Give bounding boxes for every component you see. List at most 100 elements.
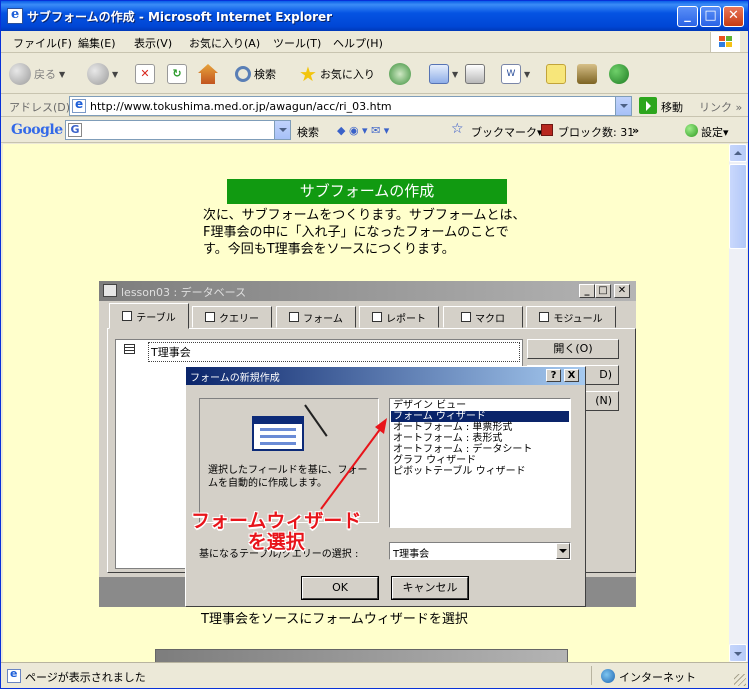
settings-button[interactable]: 設定▾	[701, 124, 729, 140]
google-extras-icons[interactable]: ◆ ◉ ▾ ✉ ▾	[337, 124, 389, 137]
status-bar: ページが表示されました インターネット	[1, 662, 748, 688]
cancel-button: キャンセル	[392, 577, 468, 599]
page-icon	[72, 97, 86, 113]
menu-edit[interactable]: 編集(E)	[78, 35, 116, 51]
google-g-icon: G	[68, 123, 82, 137]
google-search-button[interactable]: 検索	[297, 124, 319, 140]
db-icon	[103, 284, 117, 297]
more-button[interactable]: »	[632, 124, 639, 137]
chevron-down-icon	[556, 543, 570, 559]
printer-icon	[465, 64, 485, 84]
back-arrow-icon	[9, 63, 31, 85]
forward-arrow-icon	[87, 63, 109, 85]
query-icon	[205, 312, 215, 322]
close-button[interactable]: ✕	[723, 6, 744, 27]
favorites-button[interactable]: ★ お気に入り	[299, 61, 375, 87]
bookmarks-button[interactable]: ブックマーク▾	[471, 124, 543, 140]
history-button[interactable]	[389, 61, 411, 87]
menu-help[interactable]: ヘルプ(H)	[333, 35, 383, 51]
address-label: アドレス(D)	[9, 101, 71, 114]
tab-report: レポート	[359, 306, 439, 328]
wizard-list: デザイン ビュー フォーム ウィザード オートフォーム : 単票形式 オートフォ…	[389, 398, 571, 528]
standard-toolbar: 戻る ▼ ▼ ✕ ↻ 検索 ★ お気に入り ▼ W ▼	[1, 54, 748, 94]
help-icon: ?	[546, 369, 561, 382]
address-url: http://www.tokushima.med.or.jp/awagun/ac…	[90, 100, 392, 113]
title-bar[interactable]: サブフォームの作成 - Microsoft Internet Explorer …	[1, 1, 748, 31]
print-button[interactable]	[465, 61, 485, 87]
stop-icon: ✕	[135, 64, 155, 84]
next-screenshot-preview	[155, 649, 568, 662]
word-icon: W	[501, 64, 521, 84]
maximize-button[interactable]: □	[700, 6, 721, 27]
address-dropdown-button[interactable]	[615, 97, 631, 115]
db-window-titlebar: lesson03 : データベース _ □ ✕	[99, 281, 636, 301]
go-arrow-icon[interactable]	[639, 97, 657, 114]
mail-button[interactable]: ▼	[429, 61, 458, 87]
wizard-item: グラフ ウィザード	[393, 455, 477, 466]
dialog-close-icon: X	[564, 369, 579, 382]
history-icon	[389, 63, 411, 85]
google-search-input[interactable]: G	[65, 120, 291, 140]
menu-view[interactable]: 表示(V)	[134, 35, 172, 51]
internet-zone-icon	[601, 669, 615, 683]
go-button[interactable]: 移動	[661, 99, 683, 115]
windows-logo-icon	[710, 32, 740, 52]
form-wizard-icon	[252, 416, 304, 451]
status-text: ページが表示されました	[25, 671, 146, 684]
wizard-item: ピボットテーブル ウィザード	[393, 466, 526, 477]
bookmark-star-icon: ☆	[451, 121, 464, 137]
note-icon	[546, 64, 566, 84]
module-icon	[539, 312, 550, 322]
google-logo[interactable]: Google	[11, 122, 63, 138]
figure-caption: T理事会をソースにフォームウィザードを選択	[201, 612, 468, 627]
dialog-titlebar: フォームの新規作成 ? X	[186, 367, 585, 385]
search-icon	[235, 66, 251, 82]
menu-tools[interactable]: ツール(T)	[273, 35, 321, 51]
tab-table: テーブル	[109, 303, 189, 329]
db-window-title: lesson03 : データベース	[121, 286, 247, 299]
menu-file[interactable]: ファイル(F)	[13, 35, 72, 51]
wizard-item: オートフォーム : データシート	[393, 444, 533, 455]
report-icon	[372, 312, 382, 322]
tab-macro: マクロ	[443, 306, 523, 328]
macro-icon	[461, 312, 471, 322]
wizard-item: オートフォーム : 単票形式	[393, 422, 513, 433]
settings-status-icon	[685, 124, 698, 137]
address-bar: アドレス(D) http://www.tokushima.med.or.jp/a…	[1, 95, 748, 117]
minimize-button[interactable]: _	[677, 6, 698, 27]
scroll-thumb[interactable]	[729, 164, 747, 249]
mail-icon	[429, 64, 449, 84]
refresh-button[interactable]: ↻	[167, 61, 187, 87]
search-button[interactable]: 検索	[235, 61, 276, 87]
links-button[interactable]: リンク »	[699, 99, 742, 115]
status-divider	[591, 666, 592, 685]
magic-wand-icon	[304, 404, 328, 437]
tab-form: フォーム	[276, 306, 356, 328]
discuss-button[interactable]	[546, 61, 566, 87]
home-button[interactable]	[198, 61, 218, 87]
wizard-item: オートフォーム : 表形式	[393, 433, 503, 444]
dialog-title: フォームの新規作成	[190, 373, 280, 384]
address-input[interactable]: http://www.tokushima.med.or.jp/awagun/ac…	[69, 96, 632, 116]
ie-icon	[7, 7, 23, 24]
messenger-icon	[609, 64, 629, 84]
scroll-up-button[interactable]	[729, 144, 747, 162]
table-icon	[122, 311, 133, 321]
base-table-select: T理事会	[389, 542, 571, 560]
home-icon	[198, 64, 218, 84]
scroll-down-button[interactable]	[729, 644, 747, 662]
resize-grip[interactable]	[734, 674, 746, 686]
popup-block-icon	[541, 124, 553, 136]
new-form-dialog: フォームの新規作成 ? X 選択したフィールドを基に、フォームを自動的に作成しま…	[185, 366, 586, 607]
google-search-dropdown[interactable]	[274, 121, 290, 139]
forward-button[interactable]: ▼	[87, 61, 118, 87]
menu-favorites[interactable]: お気に入り(A)	[189, 35, 260, 51]
popup-block-count[interactable]: ブロック数: 31	[558, 124, 634, 140]
google-toolbar: Google G 検索 ◆ ◉ ▾ ✉ ▾ ☆ ブックマーク▾ ブロック数: 3…	[1, 118, 748, 143]
messenger-button[interactable]	[609, 61, 629, 87]
vertical-scrollbar[interactable]	[729, 144, 747, 662]
edit-button[interactable]: W ▼	[501, 61, 530, 87]
research-button[interactable]	[577, 61, 597, 87]
back-button[interactable]: 戻る ▼	[9, 61, 65, 87]
stop-button[interactable]: ✕	[135, 61, 155, 87]
